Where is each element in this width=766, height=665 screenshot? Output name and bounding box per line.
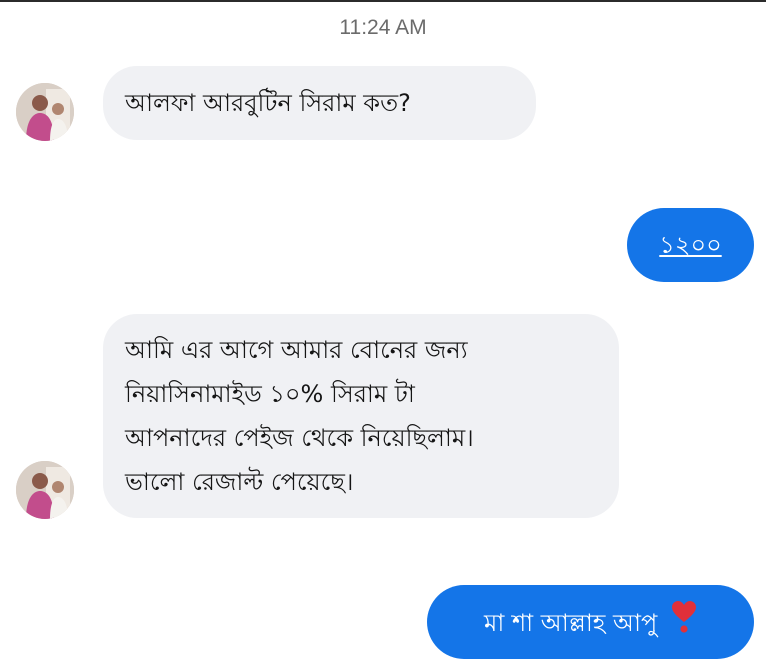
avatar-photo-icon	[16, 83, 74, 141]
message-timestamp: 11:24 AM	[339, 16, 427, 39]
sender-avatar[interactable]	[16, 461, 74, 519]
message-bubble-incoming[interactable]: আমি এর আগে আমার বোনের জন্য নিয়াসিনামাইড…	[103, 314, 619, 518]
message-text: ১২০০	[659, 231, 722, 259]
message-bubble-outgoing[interactable]: ১২০০	[627, 208, 754, 282]
heart-exclamation-icon	[671, 600, 697, 648]
message-bubble-outgoing[interactable]: মা শা আল্লাহ আপু	[427, 585, 754, 659]
message-text-line: আমি এর আগে আমার বোনের জন্য	[125, 336, 468, 364]
message-text: আলফা আরবুটিন সিরাম কত?	[125, 89, 411, 117]
message-text-line: আপনাদের পেইজ থেকে নিয়েছিলাম।	[125, 424, 474, 452]
message-text-line: ভালো রেজাল্ট পেয়েছে।	[125, 468, 354, 496]
chat-thread[interactable]: 11:24 AM আলফা আরবুটিন সিরাম কত? ১২০০ আমি…	[0, 0, 766, 665]
message-bubble-incoming[interactable]: আলফা আরবুটিন সিরাম কত?	[103, 66, 536, 140]
message-text-line: নিয়াসিনামাইড ১০% সিরাম টা	[125, 380, 415, 408]
message-text: মা শা আল্লাহ আপু	[484, 609, 658, 637]
avatar-photo-icon	[16, 461, 74, 519]
sender-avatar[interactable]	[16, 83, 74, 141]
